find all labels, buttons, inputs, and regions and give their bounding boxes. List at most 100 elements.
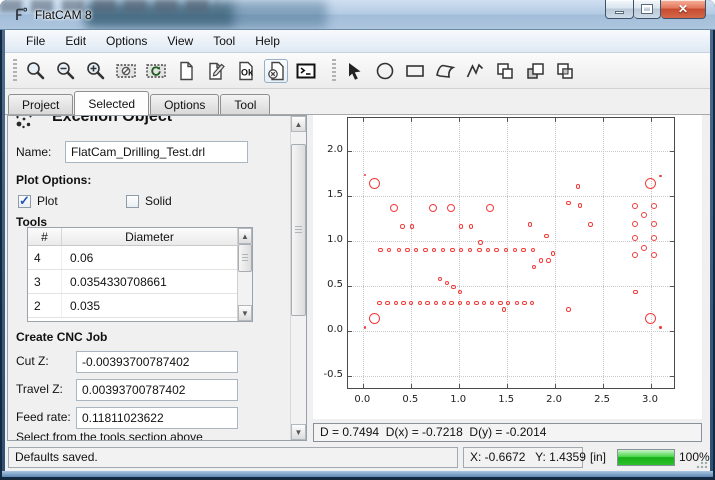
maximize-icon	[642, 5, 652, 13]
drill-point	[645, 178, 656, 189]
replot-icon	[145, 60, 167, 82]
plot-checkbox-label[interactable]: Plot	[37, 194, 58, 208]
drill-point	[469, 224, 473, 228]
draw-polyline-button[interactable]	[463, 59, 487, 83]
zoom-out-icon	[55, 60, 77, 82]
panel-scrollbar-thumb[interactable]	[291, 144, 306, 316]
zoom-in-button[interactable]	[84, 59, 108, 83]
drill-point	[397, 248, 401, 252]
table-scrollbar[interactable]: ▲ ▼	[237, 228, 252, 321]
tabbar: Project Selected Options Tool	[5, 89, 710, 114]
scroll-up-icon[interactable]: ▲	[238, 228, 252, 244]
replot-button[interactable]	[144, 59, 168, 83]
maximize-button[interactable]	[634, 0, 661, 19]
drill-point	[641, 245, 647, 251]
tool-diameter: 0.06	[62, 246, 237, 269]
tab-options[interactable]: Options	[150, 94, 219, 114]
solid-checkbox[interactable]	[126, 195, 139, 208]
new-project-button[interactable]	[174, 59, 198, 83]
drill-point	[474, 301, 478, 305]
menu-options[interactable]: Options	[97, 31, 156, 51]
drill-point	[425, 301, 429, 305]
column-header-number[interactable]: #	[28, 228, 62, 245]
plot-canvas[interactable]: 0.00.51.01.52.02.53.0-0.50.00.51.01.52.0	[313, 115, 702, 419]
drill-point	[377, 301, 381, 305]
intersect-button[interactable]	[553, 59, 577, 83]
tab-project[interactable]: Project	[8, 94, 73, 114]
accept-object-button[interactable]: Ok	[234, 59, 258, 83]
drill-point	[432, 248, 436, 252]
tab-selected[interactable]: Selected	[74, 91, 149, 115]
drill-point	[385, 301, 389, 305]
toolbar-grip[interactable]	[332, 59, 336, 83]
app-logo-icon[interactable]	[12, 6, 29, 26]
draw-polygon-button[interactable]	[433, 59, 457, 83]
drill-point	[429, 204, 437, 212]
zoom-out-button[interactable]	[54, 59, 78, 83]
drill-point	[532, 265, 536, 269]
edit-object-button[interactable]	[204, 59, 228, 83]
drill-point	[423, 248, 427, 252]
pointer-tool-button[interactable]	[343, 59, 367, 83]
travelz-label: Travel Z:	[16, 382, 63, 396]
table-row[interactable]: 3 0.0354330708661	[28, 270, 237, 294]
minimize-button[interactable]	[605, 0, 634, 19]
union-button[interactable]	[493, 59, 517, 83]
travelz-input[interactable]	[76, 379, 238, 401]
command-shell-button[interactable]	[294, 59, 318, 83]
table-row[interactable]: 2 0.035	[28, 294, 237, 318]
name-input[interactable]	[65, 141, 248, 163]
drill-point	[632, 221, 638, 227]
drill-point	[410, 224, 414, 228]
drill-point	[378, 248, 382, 252]
solid-checkbox-label[interactable]: Solid	[145, 194, 172, 208]
zoom-fit-icon	[25, 60, 47, 82]
scroll-down-icon[interactable]: ▼	[291, 424, 306, 440]
delete-object-button[interactable]	[264, 59, 288, 83]
drill-point	[506, 301, 510, 305]
plot-checkbox[interactable]	[18, 195, 31, 208]
draw-rectangle-button[interactable]	[403, 59, 427, 83]
column-header-diameter[interactable]: Diameter	[62, 228, 237, 245]
drill-point	[645, 313, 656, 324]
table-header: # Diameter	[28, 228, 237, 246]
scroll-up-icon[interactable]: ▲	[291, 116, 306, 132]
titlebar[interactable]: FlatCAM 8 ✕	[0, 0, 715, 30]
table-scrollbar-thumb[interactable]	[238, 244, 252, 272]
resize-grip[interactable]	[696, 457, 708, 469]
window-border-right	[710, 30, 713, 474]
menu-tool[interactable]: Tool	[204, 31, 244, 51]
draw-circle-button[interactable]	[373, 59, 397, 83]
close-button[interactable]: ✕	[661, 0, 706, 19]
menu-file[interactable]: File	[17, 31, 54, 51]
drill-point	[632, 252, 638, 258]
cutz-input[interactable]	[76, 351, 238, 373]
drill-point	[659, 175, 661, 177]
feedrate-input[interactable]	[76, 407, 238, 429]
subtract-button[interactable]	[523, 59, 547, 83]
tab-tool[interactable]: Tool	[220, 94, 270, 114]
drill-point	[400, 224, 404, 228]
drill-point	[566, 201, 570, 205]
zoom-fit-button[interactable]	[24, 59, 48, 83]
drill-point	[447, 204, 455, 212]
drill-point	[633, 290, 637, 294]
tool-number: 2	[28, 294, 62, 317]
menu-view[interactable]: View	[158, 31, 202, 51]
svg-text:Ok: Ok	[241, 67, 254, 77]
table-row[interactable]: 4 0.06	[28, 246, 237, 270]
menu-help[interactable]: Help	[246, 31, 289, 51]
progress-bar	[617, 449, 675, 466]
drill-point	[578, 203, 582, 207]
status-message: Defaults saved.	[8, 447, 458, 468]
toolbar-grip[interactable]	[13, 59, 17, 83]
mouse-coordinates: X: -0.6672 Y: 1.4359	[463, 447, 583, 468]
main-area: Excellon Object Name: Plot Options: Plot…	[5, 114, 710, 440]
minimize-icon	[615, 11, 624, 14]
clear-plot-button[interactable]	[114, 59, 138, 83]
close-icon: ✕	[678, 2, 688, 16]
name-label: Name:	[16, 145, 51, 159]
panel-scrollbar[interactable]: ▲ ▼	[290, 116, 306, 440]
menu-edit[interactable]: Edit	[56, 31, 95, 51]
scroll-down-icon[interactable]: ▼	[238, 305, 252, 321]
